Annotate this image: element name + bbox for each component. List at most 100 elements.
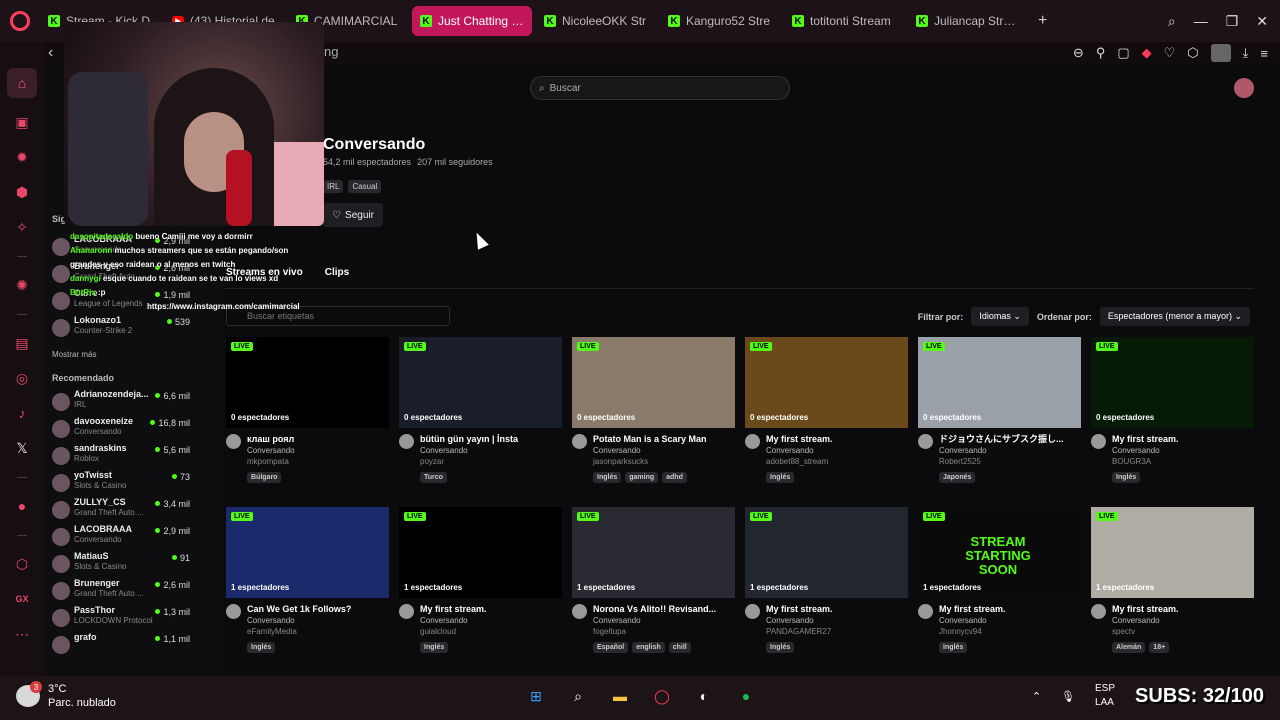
messenger-icon[interactable]: ✹ (11, 146, 33, 168)
sidebar-channel[interactable]: grafo 1,1 mil (44, 632, 224, 659)
stream-tag[interactable]: Turco (420, 472, 447, 483)
url-fragment[interactable]: ng (324, 44, 338, 59)
obs-icon[interactable]: ◐ (692, 684, 716, 708)
streamer-name[interactable]: jasonparksucks (593, 456, 733, 467)
stream-title[interactable]: ドジョウさんにサブスク振し... (939, 434, 1079, 445)
weather-widget[interactable]: 3 3°C Parc. nublado (16, 681, 116, 710)
stream-tag[interactable]: Japonés (939, 472, 976, 483)
streamer-avatar[interactable] (1091, 434, 1106, 449)
minimize-button[interactable]: — (1194, 13, 1208, 29)
category-tag[interactable]: IRL (323, 180, 344, 193)
stream-title[interactable]: клаш роял (247, 434, 387, 445)
stream-thumbnail[interactable]: LIVE 0 espectadores (1091, 337, 1254, 428)
stream-category[interactable]: Conversando (1112, 445, 1252, 456)
twitch-icon[interactable]: ▤ (11, 332, 33, 354)
stream-category[interactable]: Conversando (247, 445, 387, 456)
stream-tag[interactable]: Inglés (593, 472, 622, 483)
vpn-shield-icon[interactable]: ◆ (1142, 45, 1152, 61)
streamer-avatar[interactable] (1091, 604, 1106, 619)
stream-title[interactable]: My first stream. (420, 604, 560, 615)
streamer-name[interactable]: spectv (1112, 626, 1252, 637)
sidebar-channel[interactable]: Lokonazo1 Counter-Strike 2 539 (44, 315, 224, 342)
stream-title[interactable]: My first stream. (1112, 434, 1252, 445)
streamer-avatar[interactable] (399, 434, 414, 449)
x-icon[interactable]: 𝕏 (11, 437, 33, 459)
follow-button[interactable]: ♡ Seguir (323, 203, 383, 227)
stream-thumbnail[interactable]: LIVE 0 espectadores (572, 337, 735, 428)
stream-title[interactable]: My first stream. (1112, 604, 1252, 615)
stream-card[interactable]: LIVE 0 espectadores My first stream. Conver… (1091, 337, 1254, 497)
streamer-avatar[interactable] (226, 604, 241, 619)
back-arrow-icon[interactable]: ‹ (48, 44, 53, 62)
streamer-avatar[interactable] (918, 604, 933, 619)
language-filter-select[interactable]: Idiomas ⌄ (971, 307, 1029, 326)
stream-tag[interactable]: gaming (625, 472, 659, 483)
streamer-name[interactable]: PANDAGAMER27 (766, 626, 906, 637)
sidebar-channel[interactable]: PassThor LOCKDOWN Protocol 1,3 mil (44, 605, 224, 632)
sidebar-channel[interactable]: ZULLYY_CS Grand Theft Auto ... 3,4 mil (44, 497, 224, 524)
stream-tag[interactable]: chill (668, 642, 691, 653)
stream-thumbnail[interactable]: LIVE 1 espectadores (226, 507, 389, 598)
stream-thumbnail[interactable]: LIVE 0 espectadores (226, 337, 389, 428)
stream-tag[interactable]: 18+ (1149, 642, 1170, 653)
stream-tag[interactable]: Alemán (1112, 642, 1146, 653)
file-explorer-icon[interactable]: ▬ (608, 684, 632, 708)
new-tab-button[interactable]: + (1038, 12, 1047, 30)
streamer-name[interactable]: adobet88_stream (766, 456, 906, 467)
heart-icon[interactable]: ♡ (1164, 45, 1176, 61)
tray-chevron-icon[interactable]: ⌃ (1032, 690, 1041, 703)
home-icon[interactable]: ⌂ (7, 68, 37, 98)
music-icon[interactable]: ● (11, 495, 33, 517)
stream-thumbnail[interactable]: LIVE 0 espectadores (745, 337, 908, 428)
browser-tab[interactable]: K Juliancap Stream (908, 6, 1028, 36)
streamer-avatar[interactable] (745, 434, 760, 449)
stream-title[interactable]: Potato Man is a Scary Man (593, 434, 733, 445)
stream-card[interactable]: LIVE 1 espectadores My first stream. Conver… (399, 507, 562, 667)
profile-avatar[interactable] (1210, 44, 1231, 62)
streamer-name[interactable]: Jhonnycv94 (939, 626, 1079, 637)
pin-icon[interactable]: ⚲ (1096, 45, 1106, 61)
history-icon[interactable]: ⬡ (11, 553, 33, 575)
stream-card[interactable]: LIVE 1 espectadores My first stream. Conver… (1091, 507, 1254, 667)
stream-tag[interactable]: Inglés (766, 472, 795, 483)
stream-thumbnail[interactable]: LIVE 1 espectadores (572, 507, 735, 598)
sidebar-channel[interactable]: MatiauS Slots & Casino 91 (44, 551, 224, 578)
stream-thumbnail[interactable]: LIVE 1 espectadores (745, 507, 908, 598)
stream-category[interactable]: Conversando (593, 615, 733, 626)
stream-thumbnail[interactable]: LIVE 1 espectadores (1091, 507, 1254, 598)
sidebar-channel[interactable]: Brunenger Grand Theft Auto ... 2,6 mil (44, 578, 224, 605)
browser-tab[interactable]: Ktotitonti Stream (784, 6, 904, 36)
sidebar-channel[interactable]: LACOBRAAA Conversando 2,9 mil (44, 524, 224, 551)
streamer-name[interactable]: mkpompata (247, 456, 387, 467)
opera-gx-icon[interactable]: ◯ (650, 684, 674, 708)
streamer-avatar[interactable] (399, 604, 414, 619)
stream-thumbnail[interactable]: LIVE 0 espectadores (399, 337, 562, 428)
stream-category[interactable]: Conversando (420, 615, 560, 626)
stream-title[interactable]: My first stream. (939, 604, 1079, 615)
spotify-icon[interactable]: ● (734, 684, 758, 708)
close-button[interactable]: ✕ (1256, 13, 1268, 30)
stream-title[interactable]: Norona Vs Alito!! Revisand... (593, 604, 733, 615)
stream-card[interactable]: LIVE 0 espectadores My first stream. Conver… (745, 337, 908, 497)
streamer-name[interactable]: Robert2525 (939, 456, 1079, 467)
stream-tag[interactable]: Español (593, 642, 629, 653)
stream-title[interactable]: Can We Get 1k Follows? (247, 604, 387, 615)
browser-tab[interactable]: K Just Chatting Streaming (412, 6, 532, 36)
stream-card[interactable]: LIVE 1 espectadores Norona Vs Alito!! Revi… (572, 507, 735, 667)
streamer-name[interactable]: fogeltupa (593, 626, 733, 637)
streamer-avatar[interactable] (572, 604, 587, 619)
mic-icon[interactable]: 🎙 (1061, 690, 1075, 703)
stream-card[interactable]: LIVE 0 espectadores Potato Man is a Scary … (572, 337, 735, 497)
stream-card[interactable]: LIVE 0 espectadores bütün gün yayın | İnst… (399, 337, 562, 497)
gx-icon[interactable]: GX (11, 588, 33, 610)
extensions-icon[interactable]: ⬢ (11, 181, 33, 203)
search-bar[interactable]: ⌕ Buscar (530, 76, 790, 100)
streamer-name[interactable]: BOUGR3A (1112, 456, 1252, 467)
snapshot-icon[interactable]: ▢ (1117, 45, 1129, 61)
user-avatar[interactable] (1234, 78, 1254, 98)
sidebar-channel[interactable]: Adrianozendeja... IRL 6,6 mil (44, 389, 224, 416)
extensions-icon[interactable]: ⬡ (1187, 45, 1198, 61)
download-icon[interactable]: ⤓ (1243, 45, 1249, 61)
stream-thumbnail[interactable]: LIVE 1 espectadores (399, 507, 562, 598)
more-icon[interactable]: ⋯ (11, 623, 33, 645)
